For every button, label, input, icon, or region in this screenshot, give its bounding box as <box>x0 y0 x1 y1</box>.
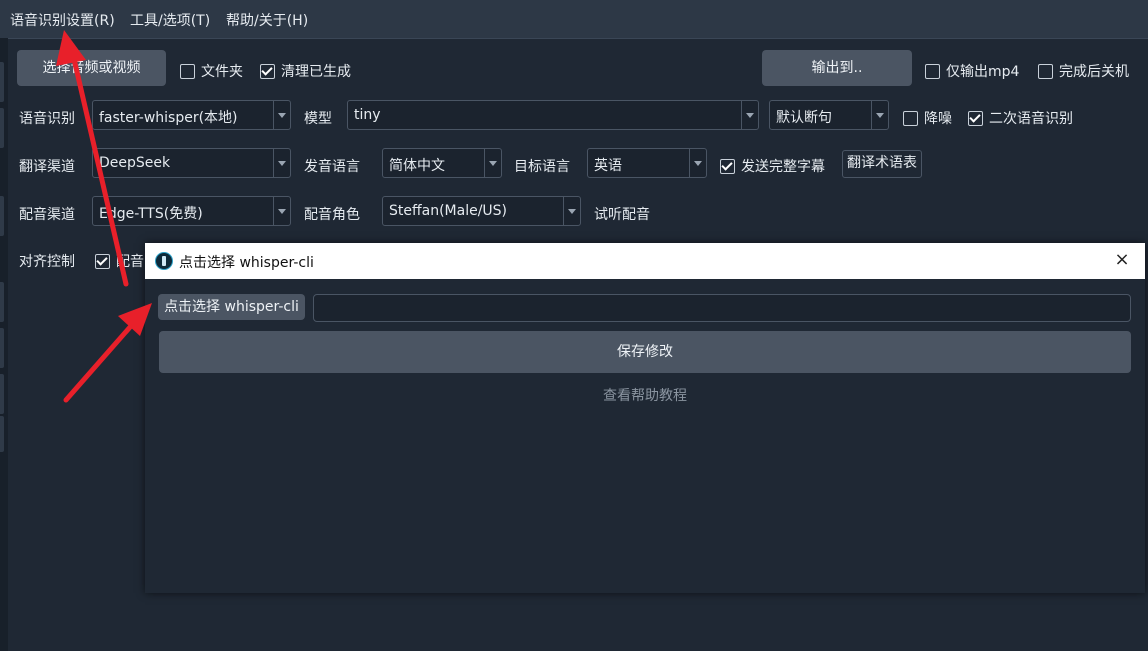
close-icon[interactable]: × <box>1113 251 1131 269</box>
save-changes-button[interactable]: 保存修改 <box>159 331 1131 373</box>
clean-generated-label: 清理已生成 <box>281 64 351 80</box>
only-mp4-checkbox[interactable]: 仅输出mp4 <box>925 61 1019 81</box>
model-select-value: tiny <box>354 107 381 123</box>
model-select[interactable]: tiny <box>347 100 759 130</box>
asr-select-value: faster-whisper(本地) <box>99 110 238 126</box>
translate-channel-select[interactable]: DeepSeek <box>92 148 291 178</box>
split-mode-value: 默认断句 <box>776 110 832 126</box>
help-tutorial-link[interactable]: 查看帮助教程 <box>145 385 1145 405</box>
output-to-button[interactable]: 输出到.. <box>762 50 912 86</box>
menu-tools-options[interactable]: 工具/选项(T) <box>130 10 210 30</box>
folder-checkbox-box[interactable] <box>180 63 195 79</box>
left-tab-2[interactable] <box>0 108 4 148</box>
denoise-checkbox-box[interactable] <box>903 110 918 126</box>
dialog-title: 点击选择 whisper-cli <box>179 255 314 271</box>
alignment-control-label: 对齐控制 <box>19 254 75 270</box>
second-asr-label: 二次语音识别 <box>989 111 1073 127</box>
chevron-down-icon[interactable] <box>273 197 290 225</box>
translate-channel-label: 翻译渠道 <box>19 159 75 175</box>
source-language-label: 发音语言 <box>304 159 360 175</box>
left-tab-6[interactable] <box>0 374 4 414</box>
source-language-select[interactable]: 简体中文 <box>382 148 502 178</box>
target-language-value: 英语 <box>594 158 622 174</box>
chevron-down-icon[interactable] <box>273 101 290 129</box>
translate-channel-value: DeepSeek <box>99 155 171 171</box>
denoise-label: 降噪 <box>924 111 952 127</box>
chevron-down-icon[interactable] <box>563 197 580 225</box>
glossary-button[interactable]: 翻译术语表 <box>842 150 922 178</box>
left-tab-5[interactable] <box>0 328 4 368</box>
second-asr-checkbox[interactable]: 二次语音识别 <box>968 108 1073 128</box>
menu-asr-settings[interactable]: 语音识别设置(R) <box>10 10 115 30</box>
shutdown-checkbox-box[interactable] <box>1038 63 1053 79</box>
target-language-select[interactable]: 英语 <box>587 148 707 178</box>
dubbing-channel-label: 配音渠道 <box>19 207 75 223</box>
menu-help-about[interactable]: 帮助/关于(H) <box>226 10 308 30</box>
pick-whisper-cli-button[interactable]: 点击选择 whisper-cli <box>158 294 305 320</box>
chevron-down-icon[interactable] <box>273 149 290 177</box>
dubbing-role-select[interactable]: Steffan(Male/US) <box>382 196 581 226</box>
denoise-checkbox[interactable]: 降噪 <box>903 108 952 128</box>
arrow-to-pick-button <box>63 303 152 403</box>
menu-bar: 语音识别设置(R) 工具/选项(T) 帮助/关于(H) <box>0 0 1148 39</box>
dubbing-channel-select[interactable]: Edge-TTS(免费) <box>92 196 291 226</box>
dubbing-speedup-checkbox[interactable]: 配音 <box>95 251 144 271</box>
second-asr-checkbox-box[interactable] <box>968 110 983 126</box>
folder-checkbox[interactable]: 文件夹 <box>180 61 243 81</box>
left-tab-1[interactable] <box>0 62 4 102</box>
whisper-cli-path-input[interactable] <box>313 294 1131 322</box>
shutdown-label: 完成后关机 <box>1059 64 1129 80</box>
chevron-down-icon[interactable] <box>689 149 706 177</box>
split-mode-select[interactable]: 默认断句 <box>769 100 889 130</box>
dubbing-role-value: Steffan(Male/US) <box>389 203 508 219</box>
send-full-subtitle-label: 发送完整字幕 <box>741 159 825 175</box>
target-language-label: 目标语言 <box>514 159 570 175</box>
select-media-button[interactable]: 选择音频或视频 <box>17 50 166 86</box>
dubbing-speedup-checkbox-box[interactable] <box>95 253 110 269</box>
dubbing-speedup-label: 配音 <box>116 254 144 270</box>
left-tab-7[interactable] <box>0 416 4 452</box>
clean-generated-checkbox-box[interactable] <box>260 63 275 79</box>
preview-dubbing-button[interactable]: 试听配音 <box>594 204 650 224</box>
chevron-down-icon[interactable] <box>871 101 888 129</box>
asr-label: 语音识别 <box>19 111 75 127</box>
chevron-down-icon[interactable] <box>741 101 758 129</box>
send-full-subtitle-checkbox-box[interactable] <box>720 158 735 174</box>
dialog-title-bar[interactable]: 点击选择 whisper-cli × <box>145 243 1145 279</box>
model-label: 模型 <box>304 111 332 127</box>
shutdown-checkbox[interactable]: 完成后关机 <box>1038 61 1129 81</box>
asr-select[interactable]: faster-whisper(本地) <box>92 100 291 130</box>
app-logo-icon <box>155 252 173 270</box>
left-tab-strip <box>0 38 8 651</box>
dubbing-channel-value: Edge-TTS(免费) <box>99 206 203 222</box>
send-full-subtitle-checkbox[interactable]: 发送完整字幕 <box>720 156 825 176</box>
source-language-value: 简体中文 <box>389 158 445 174</box>
only-mp4-checkbox-box[interactable] <box>925 63 940 79</box>
only-mp4-label: 仅输出mp4 <box>946 64 1020 80</box>
whisper-cli-dialog: 点击选择 whisper-cli × 点击选择 whisper-cli 保存修改… <box>145 243 1145 593</box>
left-tab-4[interactable] <box>0 282 4 322</box>
folder-label: 文件夹 <box>201 64 243 80</box>
dubbing-role-label: 配音角色 <box>304 207 360 223</box>
left-tab-3[interactable] <box>0 196 4 236</box>
chevron-down-icon[interactable] <box>484 149 501 177</box>
clean-generated-checkbox[interactable]: 清理已生成 <box>260 61 351 81</box>
